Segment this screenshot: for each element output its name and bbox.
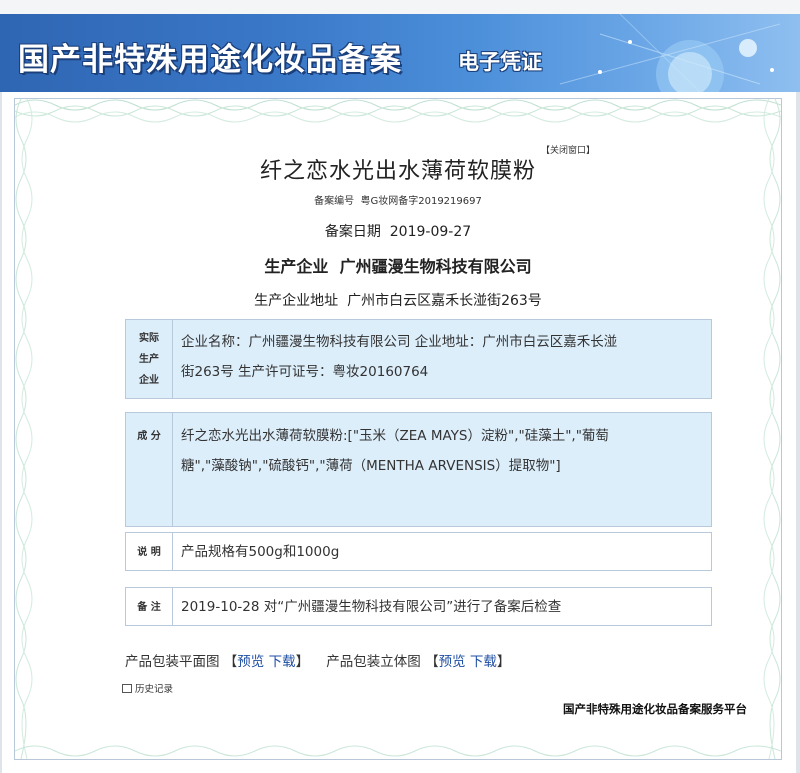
remarks-section: 备 注 2019-10-28 对“广州疆漫生物科技有限公司”进行了备案后检查	[125, 587, 712, 626]
actual-company-label: 实际 生产 企业	[126, 320, 173, 398]
remarks-label: 备 注	[126, 588, 173, 625]
description-label: 说 明	[126, 533, 173, 570]
solid-packaging-label: 产品包装立体图	[326, 654, 421, 670]
manufacturer-address: 生产企业地址 广州市白云区嘉禾长湴街263号	[15, 290, 781, 310]
registration-date-label: 备案日期	[324, 224, 381, 240]
manufacturer-address-label: 生产企业地址	[254, 293, 339, 309]
actual-company-content: 企业名称：广州疆漫生物科技有限公司 企业地址：广州市白云区嘉禾长湴 街263号 …	[181, 327, 701, 387]
banner-title: 国产非特殊用途化妆品备案	[18, 42, 402, 78]
actual-company-label-line-2: 生产	[139, 354, 159, 365]
ingredients-content: 纤之恋水光出水薄荷软膜粉:["玉米（ZEA MAYS）淀粉","硅藻土","葡萄…	[181, 421, 701, 481]
certificate-frame: 【关闭窗口】 纤之恋水光出水薄荷软膜粉 备案编号 粤G妆网备字201921969…	[14, 98, 782, 760]
actual-company-line-1: 企业名称：广州疆漫生物科技有限公司 企业地址：广州市白云区嘉禾长湴	[181, 334, 618, 350]
description-section: 说 明 产品规格有500g和1000g	[125, 532, 712, 571]
banner-subtitle: 电子凭证	[458, 50, 542, 74]
ingredients-line-1: 纤之恋水光出水薄荷软膜粉:["玉米（ZEA MAYS）淀粉","硅藻土","葡萄	[181, 428, 609, 444]
solid-preview-link[interactable]: 预览	[439, 654, 466, 670]
manufacturer-name: 广州疆漫生物科技有限公司	[339, 257, 532, 276]
product-name: 纤之恋水光出水薄荷软膜粉	[259, 159, 536, 184]
registration-number-label: 备案编号	[314, 196, 355, 207]
flat-download-link[interactable]: 下载	[269, 654, 296, 670]
manufacturer-label: 生产企业	[264, 257, 329, 276]
actual-company-section: 实际 生产 企业 企业名称：广州疆漫生物科技有限公司 企业地址：广州市白云区嘉禾…	[125, 319, 712, 399]
browser-top-strip	[0, 0, 800, 15]
flat-packaging-label: 产品包装平面图	[125, 654, 220, 670]
description-content: 产品规格有500g和1000g	[181, 544, 340, 560]
solid-open-bracket: 【	[425, 654, 439, 670]
certificate-page: 【关闭窗口】 纤之恋水光出水薄荷软膜粉 备案编号 粤G妆网备字201921969…	[2, 92, 796, 773]
manufacturer-address-value: 广州市白云区嘉禾长湴街263号	[347, 293, 542, 309]
history-icon	[122, 684, 132, 693]
registration-number-value: 粤G妆网备字2019219697	[360, 196, 482, 207]
actual-company-label-line-1: 实际	[139, 333, 159, 344]
footer-brand: 国产非特殊用途化妆品备案服务平台	[563, 702, 747, 716]
history-link-label: 历史记录	[135, 684, 174, 695]
registration-number: 备案编号 粤G妆网备字2019219697	[15, 192, 781, 207]
solid-close-bracket: 】	[496, 654, 511, 670]
flat-open-bracket: 【	[223, 654, 238, 670]
history-link[interactable]: 历史记录	[122, 681, 173, 695]
flat-close-bracket: 】	[295, 654, 310, 670]
actual-company-label-line-3: 企业	[139, 375, 159, 386]
header-banner: 国产非特殊用途化妆品备案 电子凭证	[0, 14, 800, 92]
solid-download-link[interactable]: 下载	[470, 654, 497, 670]
actual-company-line-2: 街263号 生产许可证号：粤妆20160764	[181, 364, 429, 380]
registration-date: 备案日期 2019-09-27	[15, 221, 781, 241]
ingredients-label: 成 分	[126, 413, 173, 526]
registration-date-value: 2019-09-27	[389, 224, 472, 240]
manufacturer: 生产企业 广州疆漫生物科技有限公司	[15, 253, 781, 277]
remarks-content: 2019-10-28 对“广州疆漫生物科技有限公司”进行了备案后检查	[181, 599, 562, 615]
flat-preview-link[interactable]: 预览	[237, 654, 264, 670]
ingredients-line-2: 糖","藻酸钠","硫酸钙","薄荷（MENTHA ARVENSIS）提取物"]	[181, 458, 561, 474]
ingredients-section: 成 分 纤之恋水光出水薄荷软膜粉:["玉米（ZEA MAYS）淀粉","硅藻土"…	[125, 412, 712, 527]
packaging-links: 产品包装平面图 【预览 下载】 产品包装立体图 【预览 下载】	[125, 650, 510, 670]
